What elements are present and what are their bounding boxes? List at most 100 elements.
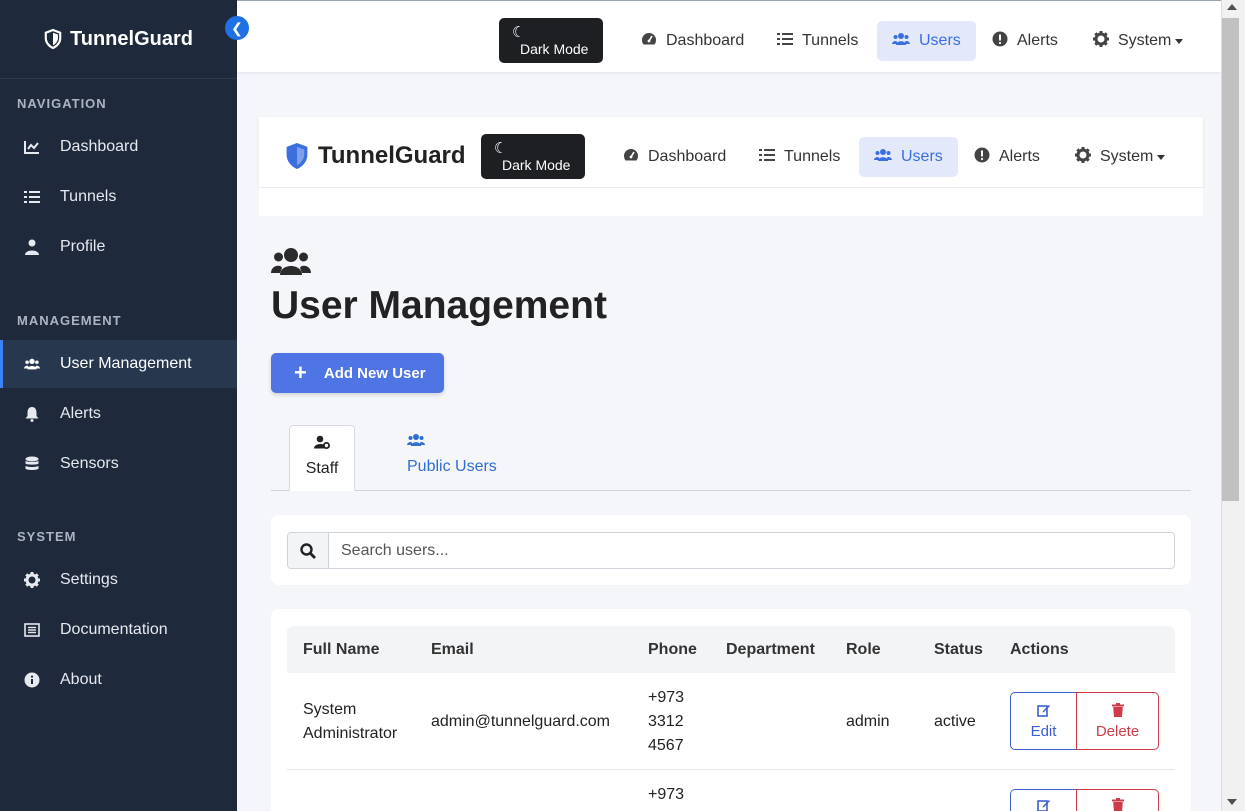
users-icon [407, 433, 425, 452]
shield-icon [286, 143, 308, 169]
bell-icon [24, 406, 40, 422]
users-icon [271, 248, 311, 275]
users-icon [874, 148, 892, 167]
topnav-dashboard[interactable]: Dashboard [626, 21, 759, 61]
caret-down-icon [1157, 154, 1166, 160]
sidebar-item-settings[interactable]: Settings [0, 556, 237, 604]
list-icon [777, 32, 793, 51]
sidebar-brand[interactable]: TunnelGuard [0, 0, 237, 79]
database-icon [24, 456, 40, 472]
tabs-divider [271, 490, 1191, 491]
caret-down-icon [1175, 38, 1184, 44]
brand-name: TunnelGuard [70, 27, 193, 50]
sidebar-item-label: Dashboard [60, 138, 139, 155]
sidebar-item-label: About [60, 671, 102, 688]
sidebar-item-about[interactable]: About [0, 656, 237, 704]
topnav-users[interactable]: Users [859, 137, 958, 177]
alert-icon [992, 31, 1008, 52]
column-header-status[interactable]: Status [934, 641, 983, 659]
section-title-management: MANAGEMENT [17, 313, 122, 328]
sidebar-item-label: Documentation [60, 621, 168, 638]
cell-email: admin@tunnelguard.com [431, 713, 611, 730]
sidebar-collapse-button[interactable]: ❮ [225, 16, 249, 40]
edit-button[interactable]: Edit [1010, 692, 1077, 750]
inner-navbar-subbar [259, 188, 1203, 216]
cell-phone: +973 3312 4567 [648, 689, 685, 754]
edit-icon [1036, 703, 1051, 721]
sidebar-item-label: Settings [60, 571, 118, 588]
sidebar: TunnelGuard NAVIGATION Dashboard Tunnels… [0, 0, 237, 811]
section-title-system: SYSTEM [17, 529, 77, 544]
sidebar-item-label: Tunnels [60, 188, 117, 205]
sidebar-item-documentation[interactable]: Documentation [0, 606, 237, 654]
scrollbar-thumb[interactable] [1222, 18, 1239, 501]
sidebar-item-dashboard[interactable]: Dashboard [0, 123, 237, 171]
info-icon [24, 672, 40, 688]
search-icon [288, 533, 329, 568]
search-group [287, 532, 1175, 569]
add-user-button[interactable]: + Add New User [271, 353, 444, 393]
topnav-tunnels[interactable]: Tunnels [762, 21, 873, 61]
sidebar-item-label: Alerts [60, 405, 101, 422]
sidebar-item-label: Sensors [60, 455, 119, 472]
alert-icon [974, 147, 990, 168]
plus-icon: + [294, 360, 307, 385]
tab-public-users[interactable]: Public Users [407, 433, 497, 476]
sidebar-item-sensors[interactable]: Sensors [0, 440, 237, 488]
page-title: User Management [271, 284, 607, 327]
topnav-users[interactable]: Users [877, 21, 976, 61]
gear-icon [1075, 146, 1091, 168]
cell-phone: +973 [648, 786, 685, 803]
trash-icon [1111, 798, 1124, 811]
scroll-down-arrow-icon[interactable] [1227, 799, 1237, 805]
moon-icon: ☾ [494, 140, 508, 157]
cell-full-name: System Administrator [303, 701, 398, 742]
column-header-role[interactable]: Role [846, 641, 881, 659]
sidebar-item-label: Profile [60, 238, 106, 255]
shield-icon [44, 29, 62, 49]
scroll-up-arrow-icon[interactable] [1227, 4, 1237, 10]
gauge-icon [641, 32, 657, 51]
user-icon [24, 239, 40, 255]
topnav-alerts[interactable]: Alerts [959, 137, 1055, 177]
users-icon [24, 356, 40, 372]
delete-button[interactable] [1076, 789, 1159, 811]
topnav-system[interactable]: System [1060, 137, 1180, 177]
sidebar-item-profile[interactable]: Profile [0, 223, 237, 271]
sidebar-item-alerts[interactable]: Alerts [0, 390, 237, 438]
row-divider [287, 769, 1175, 770]
gear-icon [24, 572, 40, 588]
gear-icon [1093, 30, 1109, 52]
column-header-actions: Actions [1010, 641, 1069, 658]
topnav-dashboard[interactable]: Dashboard [608, 137, 741, 177]
topnav-system[interactable]: System [1078, 21, 1198, 61]
users-icon [892, 32, 910, 51]
chevron-left-icon: ❮ [231, 19, 243, 36]
edit-icon [1036, 798, 1051, 811]
dark-mode-button[interactable]: ☾ Dark Mode [481, 134, 585, 179]
topnav-alerts[interactable]: Alerts [977, 21, 1073, 61]
list-icon [759, 148, 775, 167]
cell-status: active [934, 713, 976, 730]
delete-button[interactable]: Delete [1076, 692, 1159, 750]
user-gear-icon [314, 435, 330, 454]
topnav-tunnels[interactable]: Tunnels [744, 137, 855, 177]
gauge-icon [623, 148, 639, 167]
dark-mode-button[interactable]: ☾ Dark Mode [499, 18, 603, 63]
column-header-phone[interactable]: Phone [648, 641, 697, 659]
book-icon [24, 622, 40, 638]
sidebar-item-tunnels[interactable]: Tunnels [0, 173, 237, 221]
column-header-email[interactable]: Email [431, 641, 474, 659]
list-icon [24, 189, 40, 205]
edit-button[interactable] [1010, 789, 1077, 811]
column-header-full-name[interactable]: Full Name [303, 641, 379, 659]
chart-line-icon [24, 139, 40, 155]
section-title-navigation: NAVIGATION [17, 96, 107, 111]
cell-role: admin [846, 713, 890, 730]
tab-staff[interactable]: Staff [289, 425, 355, 491]
column-header-department[interactable]: Department [726, 641, 815, 659]
inner-brand[interactable]: TunnelGuard [284, 141, 466, 171]
moon-icon: ☾ [512, 24, 526, 41]
sidebar-item-user-management[interactable]: User Management [0, 340, 237, 388]
search-input[interactable] [329, 533, 1174, 568]
